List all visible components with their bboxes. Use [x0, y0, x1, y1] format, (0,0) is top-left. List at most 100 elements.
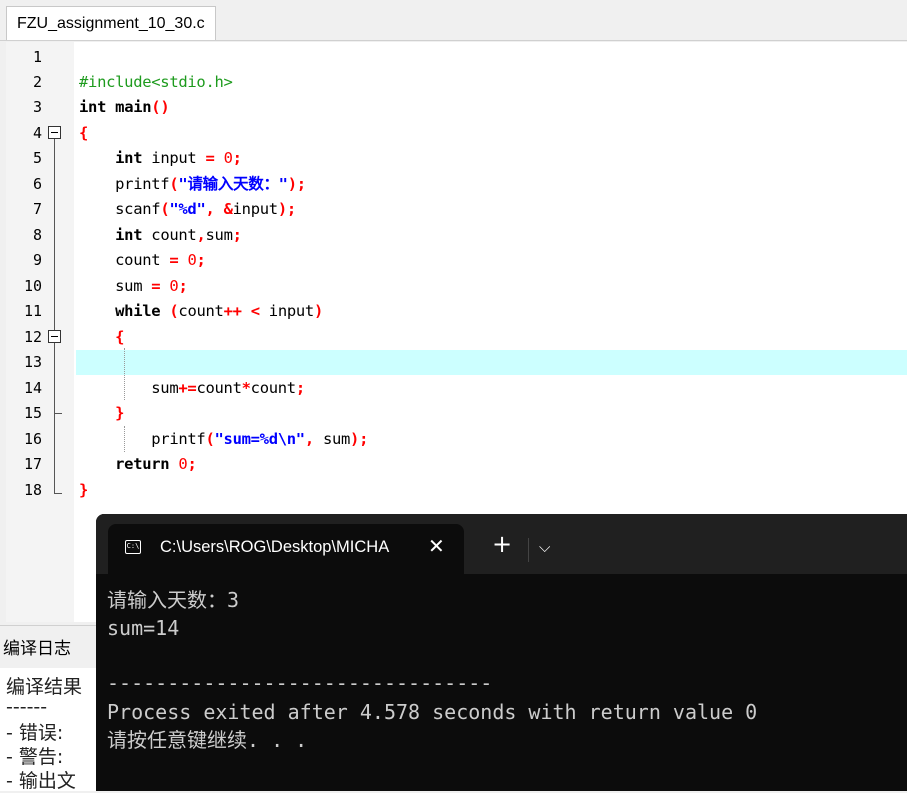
code-line-5[interactable]: 5 int input = 0;: [6, 146, 907, 171]
line-number: 12: [23, 327, 42, 346]
identifier: main: [115, 98, 152, 116]
identifier: printf: [115, 174, 170, 193]
identifier: count: [196, 378, 242, 397]
identifier: input: [151, 149, 197, 167]
terminal-title-bar: C:\ C:\Users\ROG\Desktop\MICHA ✕ + ⌵: [96, 514, 907, 574]
fold-end-marker: [54, 493, 62, 494]
line-number: 6: [32, 174, 42, 193]
code-line-1[interactable]: 1: [6, 45, 907, 70]
keyword: int: [115, 225, 143, 244]
string-quote: ": [278, 174, 288, 193]
line-number: 5: [32, 149, 42, 167]
terminal-tab-title: C:\Users\ROG\Desktop\MICHA: [160, 538, 390, 556]
editor-tab-bar: FZU_assignment_10_30.c: [0, 0, 907, 41]
code-line-18[interactable]: 18 }: [6, 478, 907, 503]
symbol: );: [287, 174, 306, 193]
symbol: ;: [178, 276, 188, 295]
operator: *: [241, 378, 251, 397]
identifier: sum: [151, 378, 179, 397]
code-line-2[interactable]: 2 #include<stdio.h>: [6, 70, 907, 95]
keyword: return: [115, 455, 170, 473]
fold-toggle-main-icon[interactable]: [48, 126, 61, 139]
include-directive: #include<stdio.h>: [79, 73, 233, 91]
operator: +=: [178, 378, 197, 397]
symbol: ,: [205, 200, 215, 218]
identifier: input: [232, 200, 278, 218]
operator: &: [223, 200, 233, 218]
fold-end-marker: [54, 413, 62, 414]
line-number: 8: [32, 225, 42, 244]
line-number: 7: [32, 200, 42, 218]
terminal-tab[interactable]: C:\ C:\Users\ROG\Desktop\MICHA ✕: [108, 524, 464, 574]
log-line: - 输出文: [6, 770, 76, 792]
code-line-4[interactable]: 4 {: [6, 121, 907, 146]
line-number: 18: [23, 480, 42, 499]
code-line-13[interactable]: 13: [6, 350, 907, 376]
code-line-14[interactable]: 14 sum+=count*count;: [6, 376, 907, 401]
code-line-16[interactable]: 16 printf("sum=%d\n", sum);: [6, 427, 907, 452]
line-number: 11: [23, 302, 42, 320]
code-line-7[interactable]: 7 scanf("%d", &input);: [6, 197, 907, 222]
symbol: ;: [187, 455, 197, 473]
compile-log-tab[interactable]: 编译日志: [3, 634, 71, 659]
terminal-output-line: 请按任意键继续. . .: [107, 728, 308, 752]
keyword: while: [115, 302, 161, 320]
line-number: 10: [23, 276, 42, 295]
line-number: 14: [23, 378, 42, 397]
symbol: );: [277, 200, 296, 218]
code-line-11[interactable]: 11 while (count++ < input): [6, 299, 907, 324]
code-line-3[interactable]: 3 int main(): [6, 95, 907, 120]
code-line-6[interactable]: 6 printf("请输入天数：");: [6, 172, 907, 197]
operator: <: [250, 302, 260, 320]
symbol: }: [115, 404, 125, 422]
chevron-down-icon[interactable]: ⌵: [539, 538, 550, 556]
symbol: (: [160, 200, 170, 218]
line-number: 4: [32, 123, 42, 142]
fold-toggle-while-icon[interactable]: [48, 330, 61, 343]
line-number: 3: [32, 98, 42, 116]
command-prompt-icon: C:\: [125, 540, 141, 554]
file-tab[interactable]: FZU_assignment_10_30.c: [6, 6, 216, 40]
operator: =: [151, 276, 161, 295]
terminal-output-line: Process exited after 4.578 seconds with …: [107, 700, 758, 724]
identifier: input: [268, 302, 314, 320]
line-number: 17: [23, 455, 42, 473]
symbol: }: [79, 480, 89, 499]
string-literal: 请输入天数：: [187, 174, 279, 193]
code-line-9[interactable]: 9 count = 0;: [6, 248, 907, 273]
code-line-10[interactable]: 10 sum = 0;: [6, 274, 907, 299]
terminal-window[interactable]: C:\ C:\Users\ROG\Desktop\MICHA ✕ + ⌵ 请输入…: [96, 514, 907, 791]
code-line-17[interactable]: 17 return 0;: [6, 452, 907, 477]
terminal-output-line: 请输入天数：3: [107, 588, 240, 612]
identifier: printf: [151, 429, 206, 448]
string-literal: "%d": [169, 200, 206, 218]
code-line-15[interactable]: 15 }: [6, 401, 907, 426]
code-line-8[interactable]: 8 int count,sum;: [6, 223, 907, 248]
identifier: sum: [322, 429, 351, 448]
new-tab-icon[interactable]: +: [492, 532, 512, 556]
symbol: ;: [295, 378, 305, 397]
code-line-12[interactable]: 12 {: [6, 325, 907, 350]
symbol: ,: [304, 429, 314, 448]
active-line-highlight: [76, 350, 907, 376]
symbol: (: [205, 429, 215, 448]
terminal-output-line: sum=14: [107, 616, 180, 640]
keyword: int: [79, 98, 107, 116]
symbol: ): [313, 302, 324, 320]
symbol: ;: [232, 225, 242, 244]
line-number: 2: [32, 73, 42, 91]
fold-guide-line: [54, 139, 55, 494]
keyword: int: [115, 149, 143, 167]
identifier: sum: [115, 276, 143, 295]
close-icon[interactable]: ✕: [428, 534, 445, 558]
